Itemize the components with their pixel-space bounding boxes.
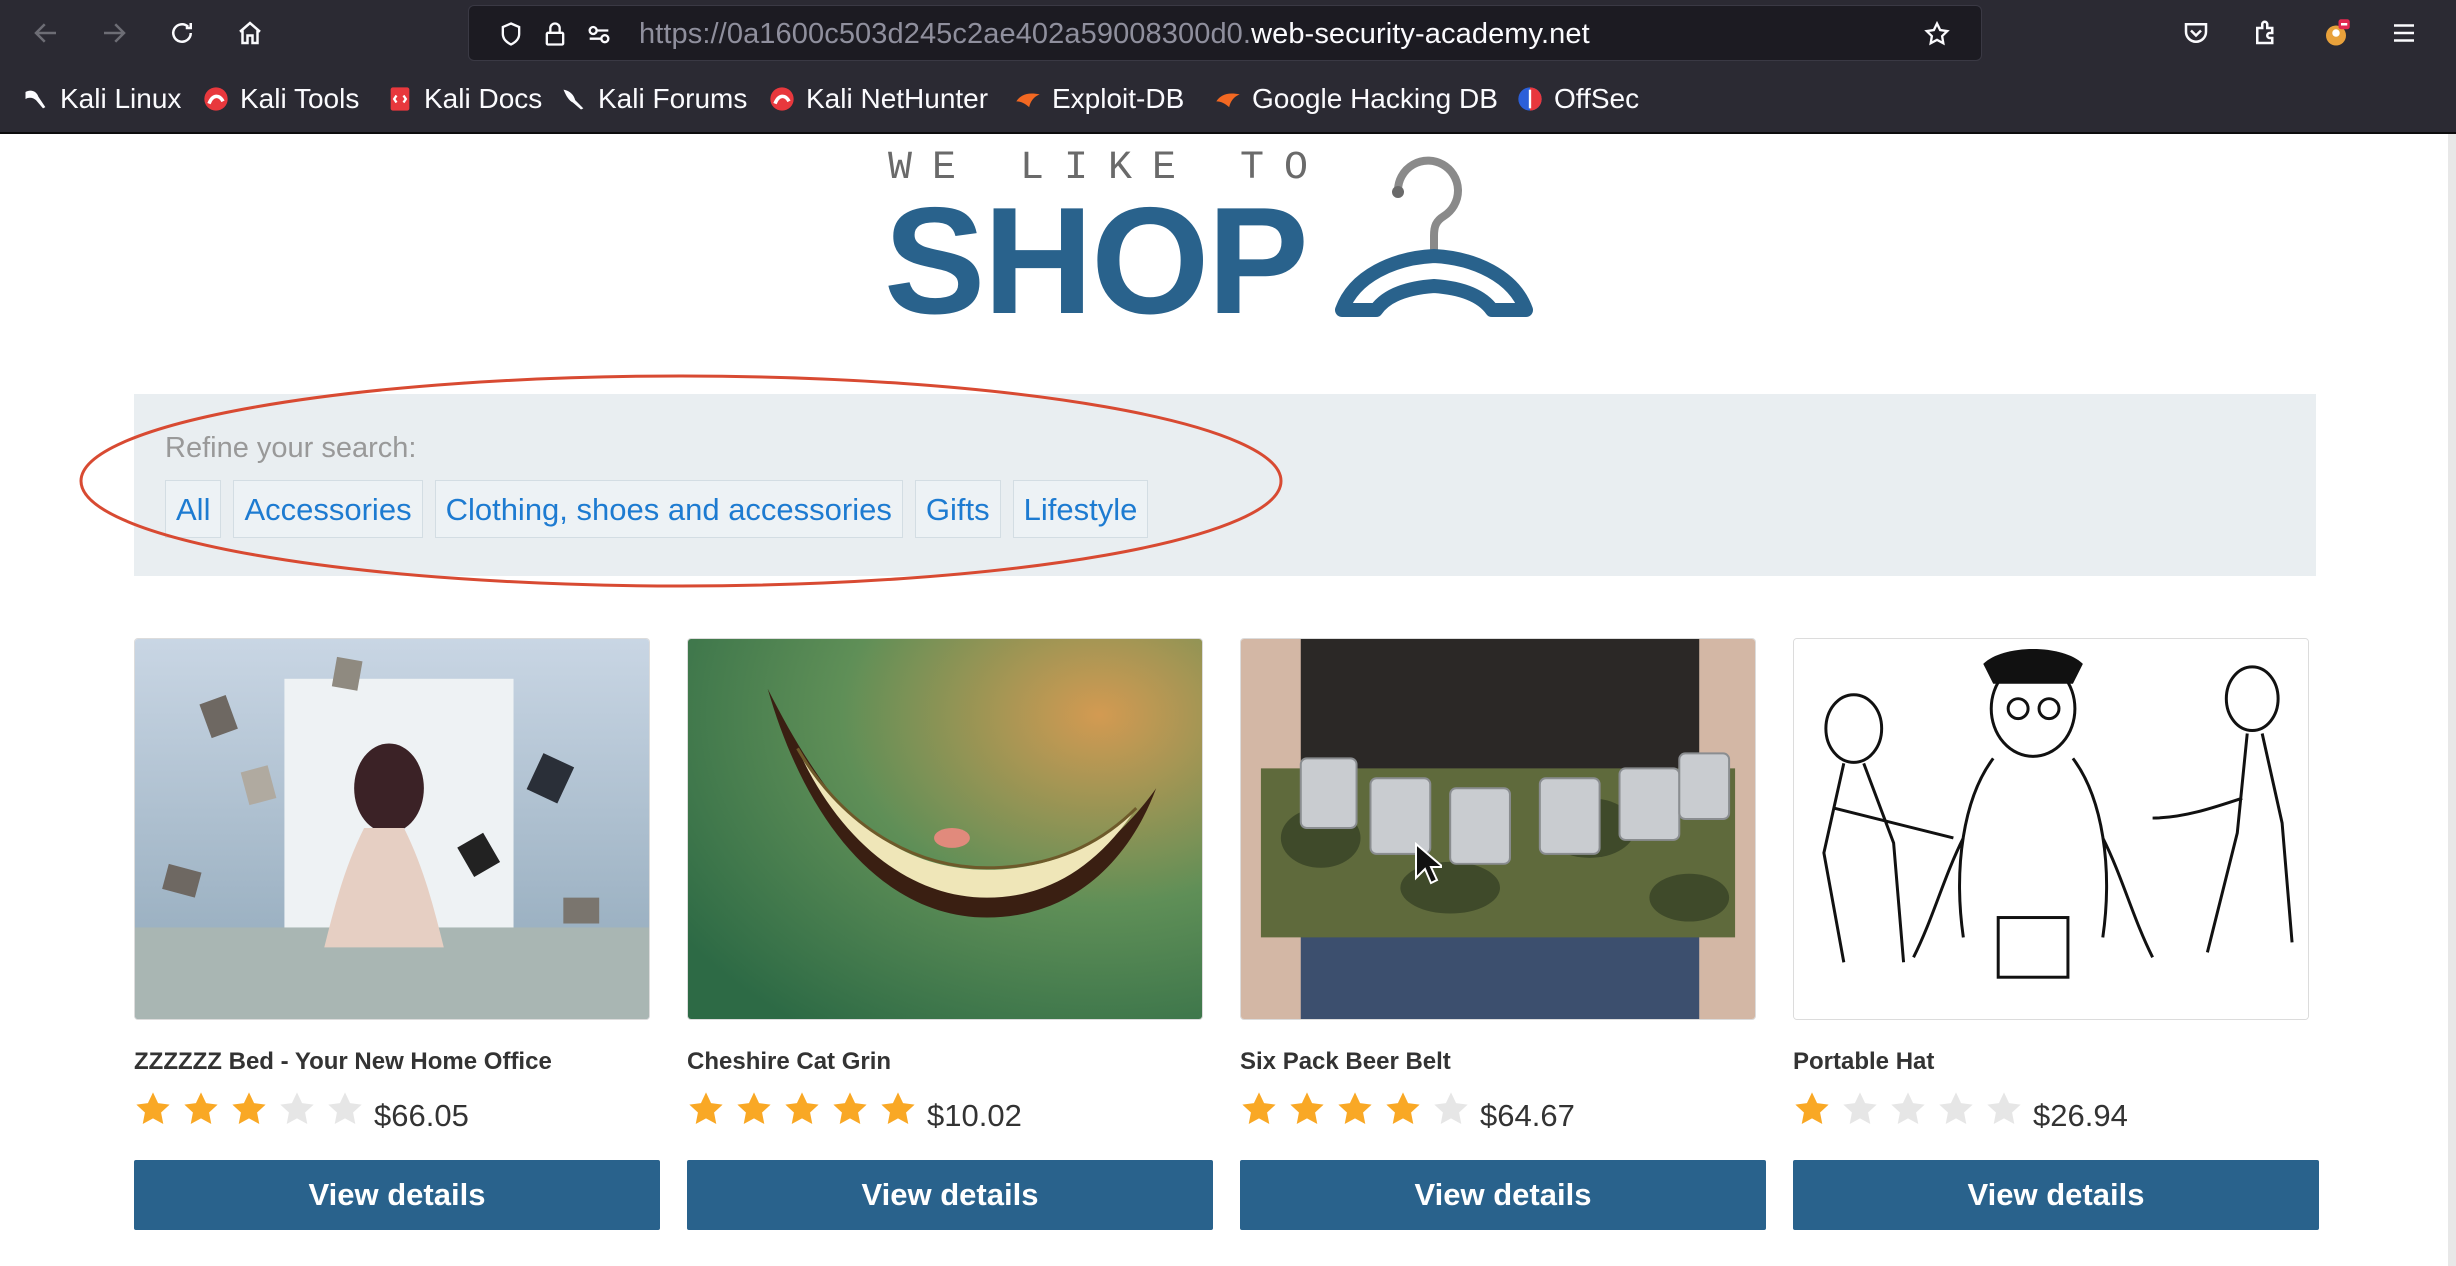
bookmark-kali-tools[interactable]: Kali Tools	[202, 66, 359, 132]
filter-accessories[interactable]: Accessories	[233, 480, 423, 538]
permissions-icon[interactable]	[585, 20, 613, 48]
menu-icon[interactable]	[2384, 13, 2424, 53]
bookmark-label: OffSec	[1554, 83, 1640, 114]
product-price: $26.94	[2033, 1098, 2128, 1133]
product-title[interactable]: Portable Hat	[1793, 1048, 1934, 1076]
ghdb-icon	[1214, 85, 1242, 113]
bookmark-label: Kali Forums	[598, 83, 748, 114]
star-empty-icon	[1939, 1092, 1973, 1125]
star-empty-icon	[328, 1092, 362, 1125]
account-icon[interactable]	[2316, 13, 2356, 53]
bookmark-kali-docs[interactable]: Kali Docs	[386, 66, 542, 132]
product-grid: ZZZZZZ Bed - Your New Home Office $66.05…	[134, 638, 2319, 1238]
bookmark-label: Kali Docs	[424, 83, 543, 114]
star-rating	[687, 1090, 917, 1128]
star-filled-icon	[1386, 1092, 1420, 1125]
star-filled-icon	[785, 1092, 819, 1125]
bookmark-google-hacking-db[interactable]: Google Hacking DB	[1214, 66, 1498, 132]
view-details-button[interactable]: View details	[1793, 1160, 2319, 1230]
product-title[interactable]: Cheshire Cat Grin	[687, 1048, 891, 1076]
reload-icon[interactable]	[162, 13, 202, 53]
logo-main-text: SHOP	[884, 176, 1309, 346]
kali-docs-icon	[386, 85, 414, 113]
bookmark-exploit-db[interactable]: Exploit-DB	[1014, 66, 1184, 132]
browser-toolbar: https://0a1600c503d245c2ae402a59008300d0…	[0, 0, 2456, 66]
star-empty-icon	[1891, 1092, 1925, 1125]
view-details-button[interactable]: View details	[1240, 1160, 1766, 1230]
bookmark-kali-forums[interactable]: Kali Forums	[560, 66, 747, 132]
star-filled-icon	[737, 1092, 771, 1125]
bookmark-kali-linux[interactable]: Kali Linux	[22, 66, 181, 132]
star-rating	[134, 1090, 364, 1128]
star-empty-icon	[280, 1092, 314, 1125]
product-price: $66.05	[374, 1098, 469, 1133]
product-image-portable-hat[interactable]	[1793, 638, 2309, 1020]
star-filled-icon	[1242, 1092, 1276, 1125]
kali-nethunter-icon	[768, 85, 796, 113]
product-image-bed[interactable]	[134, 638, 650, 1020]
bookmark-label: Exploit-DB	[1052, 83, 1185, 114]
filter-clothing-shoes-accessories[interactable]: Clothing, shoes and accessories	[434, 480, 903, 538]
star-empty-icon	[1434, 1092, 1468, 1125]
lock-icon[interactable]	[541, 20, 569, 48]
url-text[interactable]: https://0a1600c503d245c2ae402a59008300d0…	[639, 6, 1590, 62]
filter-lifestyle[interactable]: Lifestyle	[1012, 480, 1149, 538]
filter-all[interactable]: All	[165, 480, 222, 538]
star-filled-icon	[1290, 1092, 1324, 1125]
exploit-db-icon	[1014, 85, 1042, 113]
star-empty-icon	[1987, 1092, 2021, 1125]
extensions-icon[interactable]	[2246, 13, 2286, 53]
bookmark-label: Kali Linux	[60, 83, 182, 114]
bookmark-offsec[interactable]: OffSec	[1516, 66, 1639, 132]
shop-logo[interactable]: WE LIKE TO SHOP	[884, 146, 1568, 337]
star-rating	[1793, 1090, 2023, 1128]
refine-search-label: Refine your search:	[165, 432, 417, 464]
search-filters-panel: Refine your search: All Accessories Clot…	[134, 394, 2316, 576]
page-scrollbar[interactable]	[2448, 134, 2456, 1266]
mouse-cursor-icon	[1415, 842, 1442, 885]
category-filters: All Accessories Clothing, shoes and acce…	[165, 480, 1149, 538]
pocket-icon[interactable]	[2176, 13, 2216, 53]
product-price: $10.02	[927, 1098, 1022, 1133]
kali-tools-icon	[202, 85, 230, 113]
product-image-beer-belt[interactable]	[1240, 638, 1756, 1020]
star-empty-icon	[1843, 1092, 1877, 1125]
bookmark-label: Kali Tools	[240, 83, 360, 114]
offsec-icon	[1516, 85, 1544, 113]
bookmarks-toolbar: Kali Linux Kali Tools Kali Docs Kali For…	[0, 66, 2456, 134]
star-rating	[1240, 1090, 1470, 1128]
filter-gifts[interactable]: Gifts	[914, 480, 1001, 538]
url-prefix: https://0a1600c503d245c2ae402a59008300d0…	[639, 18, 1252, 50]
star-filled-icon	[1795, 1092, 1829, 1125]
view-details-button[interactable]: View details	[134, 1160, 660, 1230]
star-filled-icon	[689, 1092, 723, 1125]
bookmark-star-icon[interactable]	[1923, 20, 1951, 48]
forward-icon[interactable]	[94, 13, 134, 53]
view-details-button[interactable]: View details	[687, 1160, 1213, 1230]
url-bar[interactable]: https://0a1600c503d245c2ae402a59008300d0…	[468, 5, 1982, 61]
star-filled-icon	[881, 1092, 915, 1125]
back-icon[interactable]	[26, 13, 66, 53]
bookmark-label: Kali NetHunter	[806, 83, 989, 114]
star-filled-icon	[1338, 1092, 1372, 1125]
star-filled-icon	[833, 1092, 867, 1125]
bookmark-label: Google Hacking DB	[1252, 83, 1498, 114]
url-domain: web-security-academy.net	[1251, 18, 1590, 50]
shield-icon[interactable]	[497, 20, 525, 48]
hanger-icon	[1335, 156, 1533, 317]
product-image-cheshire-cat[interactable]	[687, 638, 1203, 1020]
home-icon[interactable]	[230, 13, 270, 53]
kali-dragon-icon	[22, 85, 50, 113]
product-price: $64.67	[1480, 1098, 1575, 1133]
star-filled-icon	[184, 1092, 218, 1125]
star-filled-icon	[136, 1092, 170, 1125]
kali-forums-icon	[560, 85, 588, 113]
product-title[interactable]: Six Pack Beer Belt	[1240, 1048, 1451, 1076]
bookmark-kali-nethunter[interactable]: Kali NetHunter	[768, 66, 988, 132]
star-filled-icon	[232, 1092, 266, 1125]
product-title[interactable]: ZZZZZZ Bed - Your New Home Office	[134, 1048, 552, 1076]
